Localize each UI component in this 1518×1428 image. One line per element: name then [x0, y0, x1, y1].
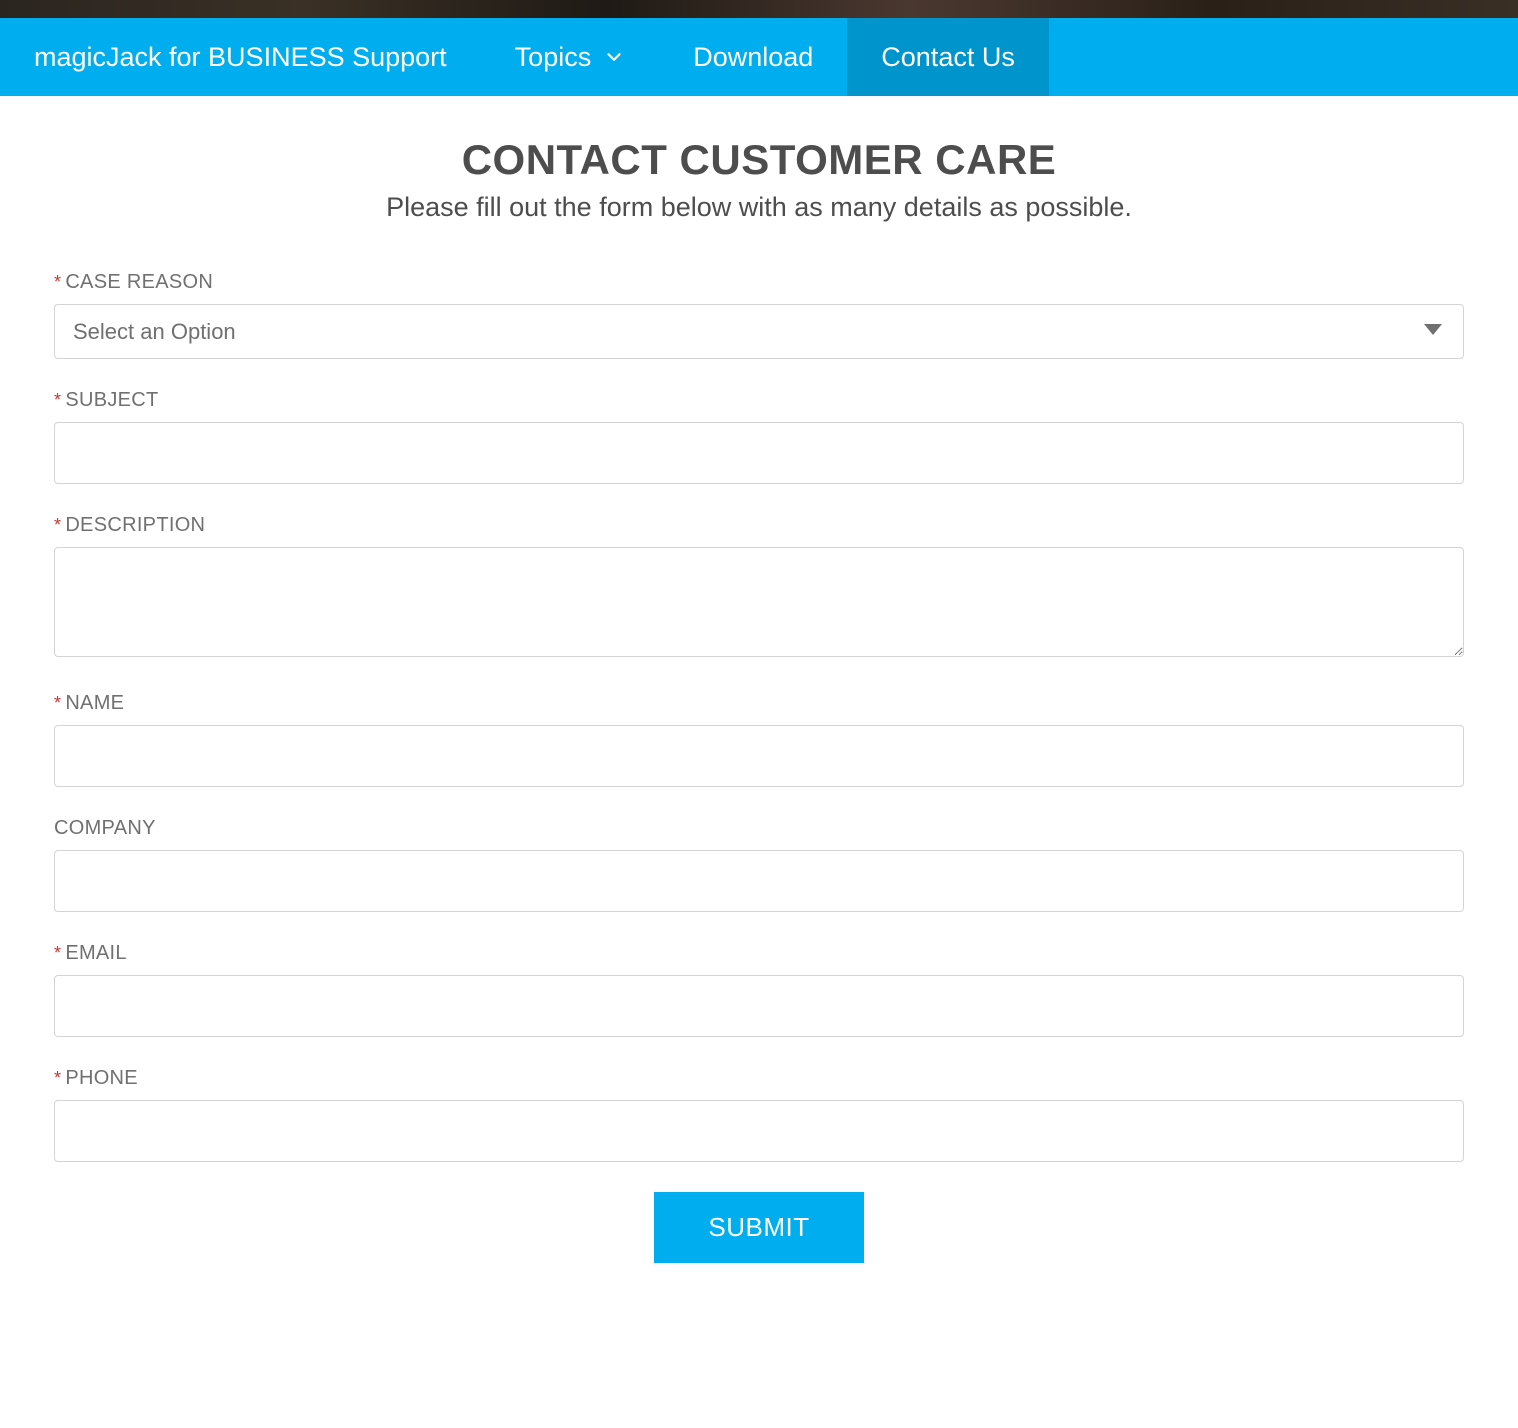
company-label: COMPANY [54, 817, 1464, 840]
form-group-case-reason: *CASE REASON Select an Option [54, 271, 1464, 359]
submit-button[interactable]: SUBMIT [654, 1192, 863, 1263]
required-asterisk: * [54, 390, 61, 410]
name-input[interactable] [54, 725, 1464, 787]
page-subtitle: Please fill out the form below with as m… [54, 192, 1464, 223]
label-text: SUBJECT [65, 389, 158, 411]
phone-label: *PHONE [54, 1067, 1464, 1090]
nav-item-topics[interactable]: Topics [481, 18, 660, 96]
required-asterisk: * [54, 1068, 61, 1088]
description-textarea[interactable] [54, 547, 1464, 657]
submit-row: SUBMIT [54, 1192, 1464, 1263]
email-input[interactable] [54, 975, 1464, 1037]
case-reason-select[interactable]: Select an Option [54, 304, 1464, 359]
nav-item-download[interactable]: Download [659, 18, 847, 96]
label-text: CASE REASON [65, 271, 213, 293]
phone-input[interactable] [54, 1100, 1464, 1162]
hero-image-strip [0, 0, 1518, 18]
page-content: CONTACT CUSTOMER CARE Please fill out th… [0, 96, 1518, 1303]
nav-item-label: Contact Us [881, 42, 1015, 73]
contact-form: *CASE REASON Select an Option *SUBJECT *… [54, 271, 1464, 1263]
nav-brand-label: magicJack for BUSINESS Support [34, 42, 447, 73]
company-input[interactable] [54, 850, 1464, 912]
required-asterisk: * [54, 515, 61, 535]
name-label: *NAME [54, 692, 1464, 715]
subject-label: *SUBJECT [54, 389, 1464, 412]
form-group-description: *DESCRIPTION [54, 514, 1464, 662]
label-text: COMPANY [54, 817, 156, 839]
required-asterisk: * [54, 272, 61, 292]
label-text: DESCRIPTION [65, 514, 205, 536]
page-title: CONTACT CUSTOMER CARE [54, 136, 1464, 184]
email-label: *EMAIL [54, 942, 1464, 965]
main-nav: magicJack for BUSINESS Support Topics Do… [0, 18, 1518, 96]
subject-input[interactable] [54, 422, 1464, 484]
form-group-name: *NAME [54, 692, 1464, 787]
nav-item-contact-us[interactable]: Contact Us [847, 18, 1049, 96]
form-group-subject: *SUBJECT [54, 389, 1464, 484]
case-reason-select-wrapper: Select an Option [54, 304, 1464, 359]
chevron-down-icon [603, 46, 625, 68]
required-asterisk: * [54, 693, 61, 713]
label-text: EMAIL [65, 942, 127, 964]
nav-item-label: Download [693, 42, 813, 73]
label-text: NAME [65, 692, 124, 714]
nav-item-label: Topics [515, 42, 592, 73]
description-label: *DESCRIPTION [54, 514, 1464, 537]
required-asterisk: * [54, 943, 61, 963]
case-reason-label: *CASE REASON [54, 271, 1464, 294]
nav-brand[interactable]: magicJack for BUSINESS Support [0, 18, 481, 96]
form-group-company: COMPANY [54, 817, 1464, 912]
form-group-email: *EMAIL [54, 942, 1464, 1037]
form-group-phone: *PHONE [54, 1067, 1464, 1162]
label-text: PHONE [65, 1067, 138, 1089]
